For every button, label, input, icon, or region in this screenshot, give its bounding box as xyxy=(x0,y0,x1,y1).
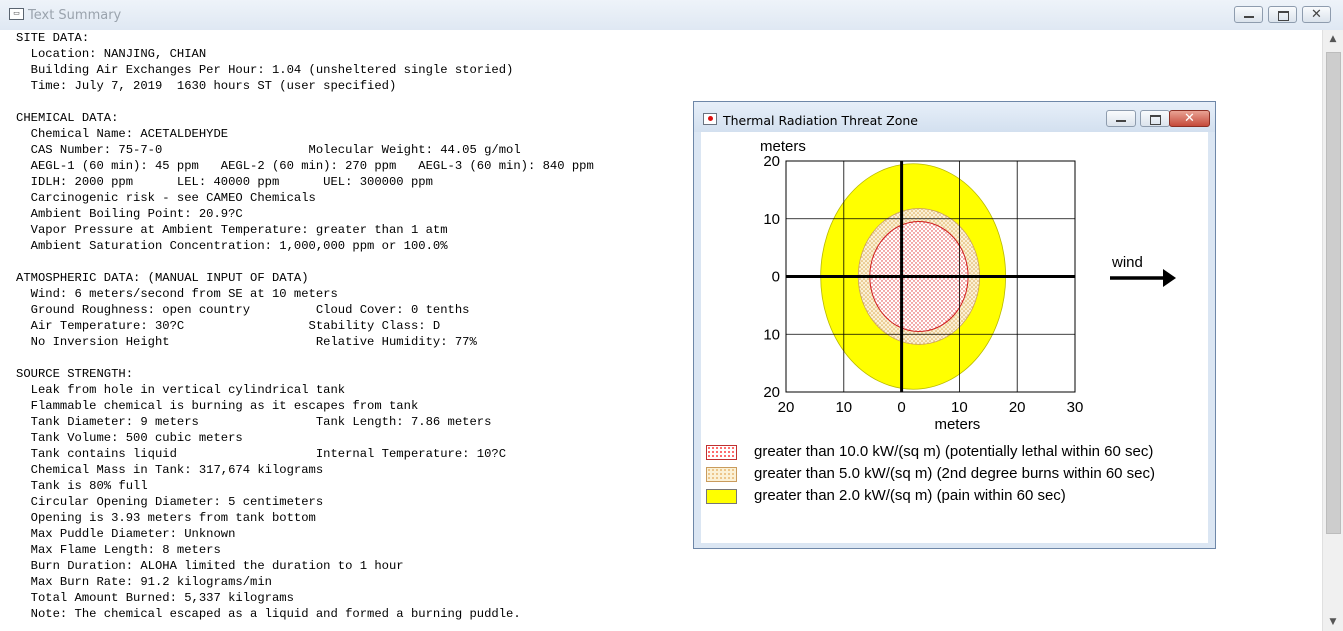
report-line: Ground Roughness: open country Cloud Cov… xyxy=(16,303,470,317)
x-tick-label: 10 xyxy=(951,399,968,416)
threat-zone-title: Thermal Radiation Threat Zone xyxy=(723,113,918,128)
minimize-button[interactable] xyxy=(1234,6,1263,23)
report-line: Location: NANJING, CHIAN xyxy=(16,47,207,61)
maximize-icon xyxy=(1269,7,1296,22)
report-line: AEGL-1 (60 min): 45 ppm AEGL-2 (60 min):… xyxy=(16,159,594,173)
legend-label: greater than 2.0 kW/(sq m) (pain within … xyxy=(754,487,1066,504)
report-line: Air Temperature: 30?C Stability Class: D xyxy=(16,319,441,333)
report-line: Ambient Boiling Point: 20.9?C xyxy=(16,207,243,221)
threat-maximize-button[interactable] xyxy=(1140,110,1170,127)
report-line: SITE DATA: xyxy=(16,31,90,45)
document-icon: ▭ xyxy=(9,8,24,20)
report-line: Vapor Pressure at Ambient Temperature: g… xyxy=(16,223,448,237)
threat-close-button[interactable]: ✕ xyxy=(1169,110,1210,127)
threat-zone-window[interactable]: Thermal Radiation Threat Zone ✕ 20 10 0 … xyxy=(693,101,1216,549)
threat-minimize-button[interactable] xyxy=(1106,110,1136,127)
minimize-icon xyxy=(1235,7,1262,22)
x-axis-title: meters xyxy=(934,416,980,432)
report-line: Carcinogenic risk - see CAMEO Chemicals xyxy=(16,191,316,205)
report-line: Tank Volume: 500 cubic meters xyxy=(16,431,243,445)
threat-zone-client: 20100102030201001020meters meters meters… xyxy=(701,132,1208,543)
close-button[interactable]: ✕ xyxy=(1302,6,1331,23)
x-tick-label: 0 xyxy=(897,399,905,416)
report-line: Chemical Mass in Tank: 317,674 kilograms xyxy=(16,463,324,477)
report-line: SOURCE STRENGTH: xyxy=(16,367,134,381)
summary-report: SITE DATA: Location: NANJING, CHIAN Buil… xyxy=(16,30,594,622)
report-line xyxy=(16,254,594,270)
legend-item: greater than 2.0 kW/(sq m) (pain within … xyxy=(706,487,1216,505)
legend-swatch xyxy=(706,467,737,482)
report-line: Max Puddle Diameter: Unknown xyxy=(16,527,236,541)
legend-label: greater than 5.0 kW/(sq m) (2nd degree b… xyxy=(754,465,1156,482)
report-line: Time: July 7, 2019 1630 hours ST (user s… xyxy=(16,79,397,93)
wind-indicator: wind xyxy=(1110,254,1176,287)
report-line xyxy=(16,94,594,110)
y-tick-label: 10 xyxy=(763,211,780,228)
report-line: Flammable chemical is burning as it esca… xyxy=(16,399,419,413)
report-line: CHEMICAL DATA: xyxy=(16,111,119,125)
legend-item: greater than 10.0 kW/(sq m) (potentially… xyxy=(706,443,1216,461)
report-line: Leak from hole in vertical cylindrical t… xyxy=(16,383,346,397)
legend-swatch xyxy=(706,489,737,504)
close-icon: ✕ xyxy=(1311,7,1322,22)
x-tick-label: 10 xyxy=(835,399,852,416)
x-tick-label: 20 xyxy=(1009,399,1026,416)
report-line: IDLH: 2000 ppm LEL: 40000 ppm UEL: 30000… xyxy=(16,175,433,189)
report-line: Tank is 80% full xyxy=(16,479,148,493)
maximize-button[interactable] xyxy=(1268,6,1297,23)
vertical-scrollbar[interactable]: ▲ ▼ xyxy=(1322,30,1343,631)
report-line: Note: The chemical escaped as a liquid a… xyxy=(16,607,521,621)
report-line: Opening is 3.93 meters from tank bottom xyxy=(16,511,316,525)
report-line: ATMOSPHERIC DATA: (MANUAL INPUT OF DATA) xyxy=(16,271,309,285)
close-icon: ✕ xyxy=(1184,111,1195,126)
x-tick-label: 20 xyxy=(778,399,795,416)
legend-swatch xyxy=(706,445,737,460)
legend-item: greater than 5.0 kW/(sq m) (2nd degree b… xyxy=(706,465,1216,483)
y-tick-label: 0 xyxy=(772,269,780,286)
x-tick-label: 30 xyxy=(1067,399,1084,416)
threat-zone-icon xyxy=(703,113,717,125)
main-window-titlebar[interactable]: ▭ Text Summary ✕ xyxy=(0,0,1343,31)
report-line: Total Amount Burned: 5,337 kilograms xyxy=(16,591,294,605)
scroll-down-icon[interactable]: ▼ xyxy=(1323,613,1343,631)
threat-zone-titlebar[interactable]: Thermal Radiation Threat Zone ✕ xyxy=(694,102,1215,132)
legend-label: greater than 10.0 kW/(sq m) (potentially… xyxy=(754,443,1154,460)
report-line: Chemical Name: ACETALDEHYDE xyxy=(16,127,229,141)
y-tick-label: 20 xyxy=(763,153,780,170)
report-line: Ambient Saturation Concentration: 1,000,… xyxy=(16,239,448,253)
report-line: CAS Number: 75-7-0 Molecular Weight: 44.… xyxy=(16,143,521,157)
report-line: Wind: 6 meters/second from SE at 10 mete… xyxy=(16,287,338,301)
y-axis-label: meters xyxy=(760,138,806,155)
report-line: Tank Diameter: 9 meters Tank Length: 7.8… xyxy=(16,415,492,429)
report-line: Burn Duration: ALOHA limited the duratio… xyxy=(16,559,404,573)
report-line: No Inversion Height Relative Humidity: 7… xyxy=(16,335,477,349)
main-window-title: Text Summary xyxy=(28,8,122,23)
report-line: Building Air Exchanges Per Hour: 1.04 (u… xyxy=(16,63,514,77)
wind-label: wind xyxy=(1111,254,1143,271)
report-line: Tank contains liquid Internal Temperatur… xyxy=(16,447,507,461)
report-line: Circular Opening Diameter: 5 centimeters xyxy=(16,495,324,509)
threat-zone-chart: 20100102030201001020meters meters meters… xyxy=(760,138,1176,432)
report-line: Max Burn Rate: 91.2 kilograms/min xyxy=(16,575,272,589)
y-tick-label: 10 xyxy=(763,326,780,343)
scroll-thumb[interactable] xyxy=(1326,52,1341,534)
report-line xyxy=(16,350,594,366)
scroll-up-icon[interactable]: ▲ xyxy=(1323,30,1343,48)
wind-arrow-head xyxy=(1163,269,1176,287)
y-tick-label: 20 xyxy=(763,384,780,401)
report-line: Max Flame Length: 8 meters xyxy=(16,543,221,557)
